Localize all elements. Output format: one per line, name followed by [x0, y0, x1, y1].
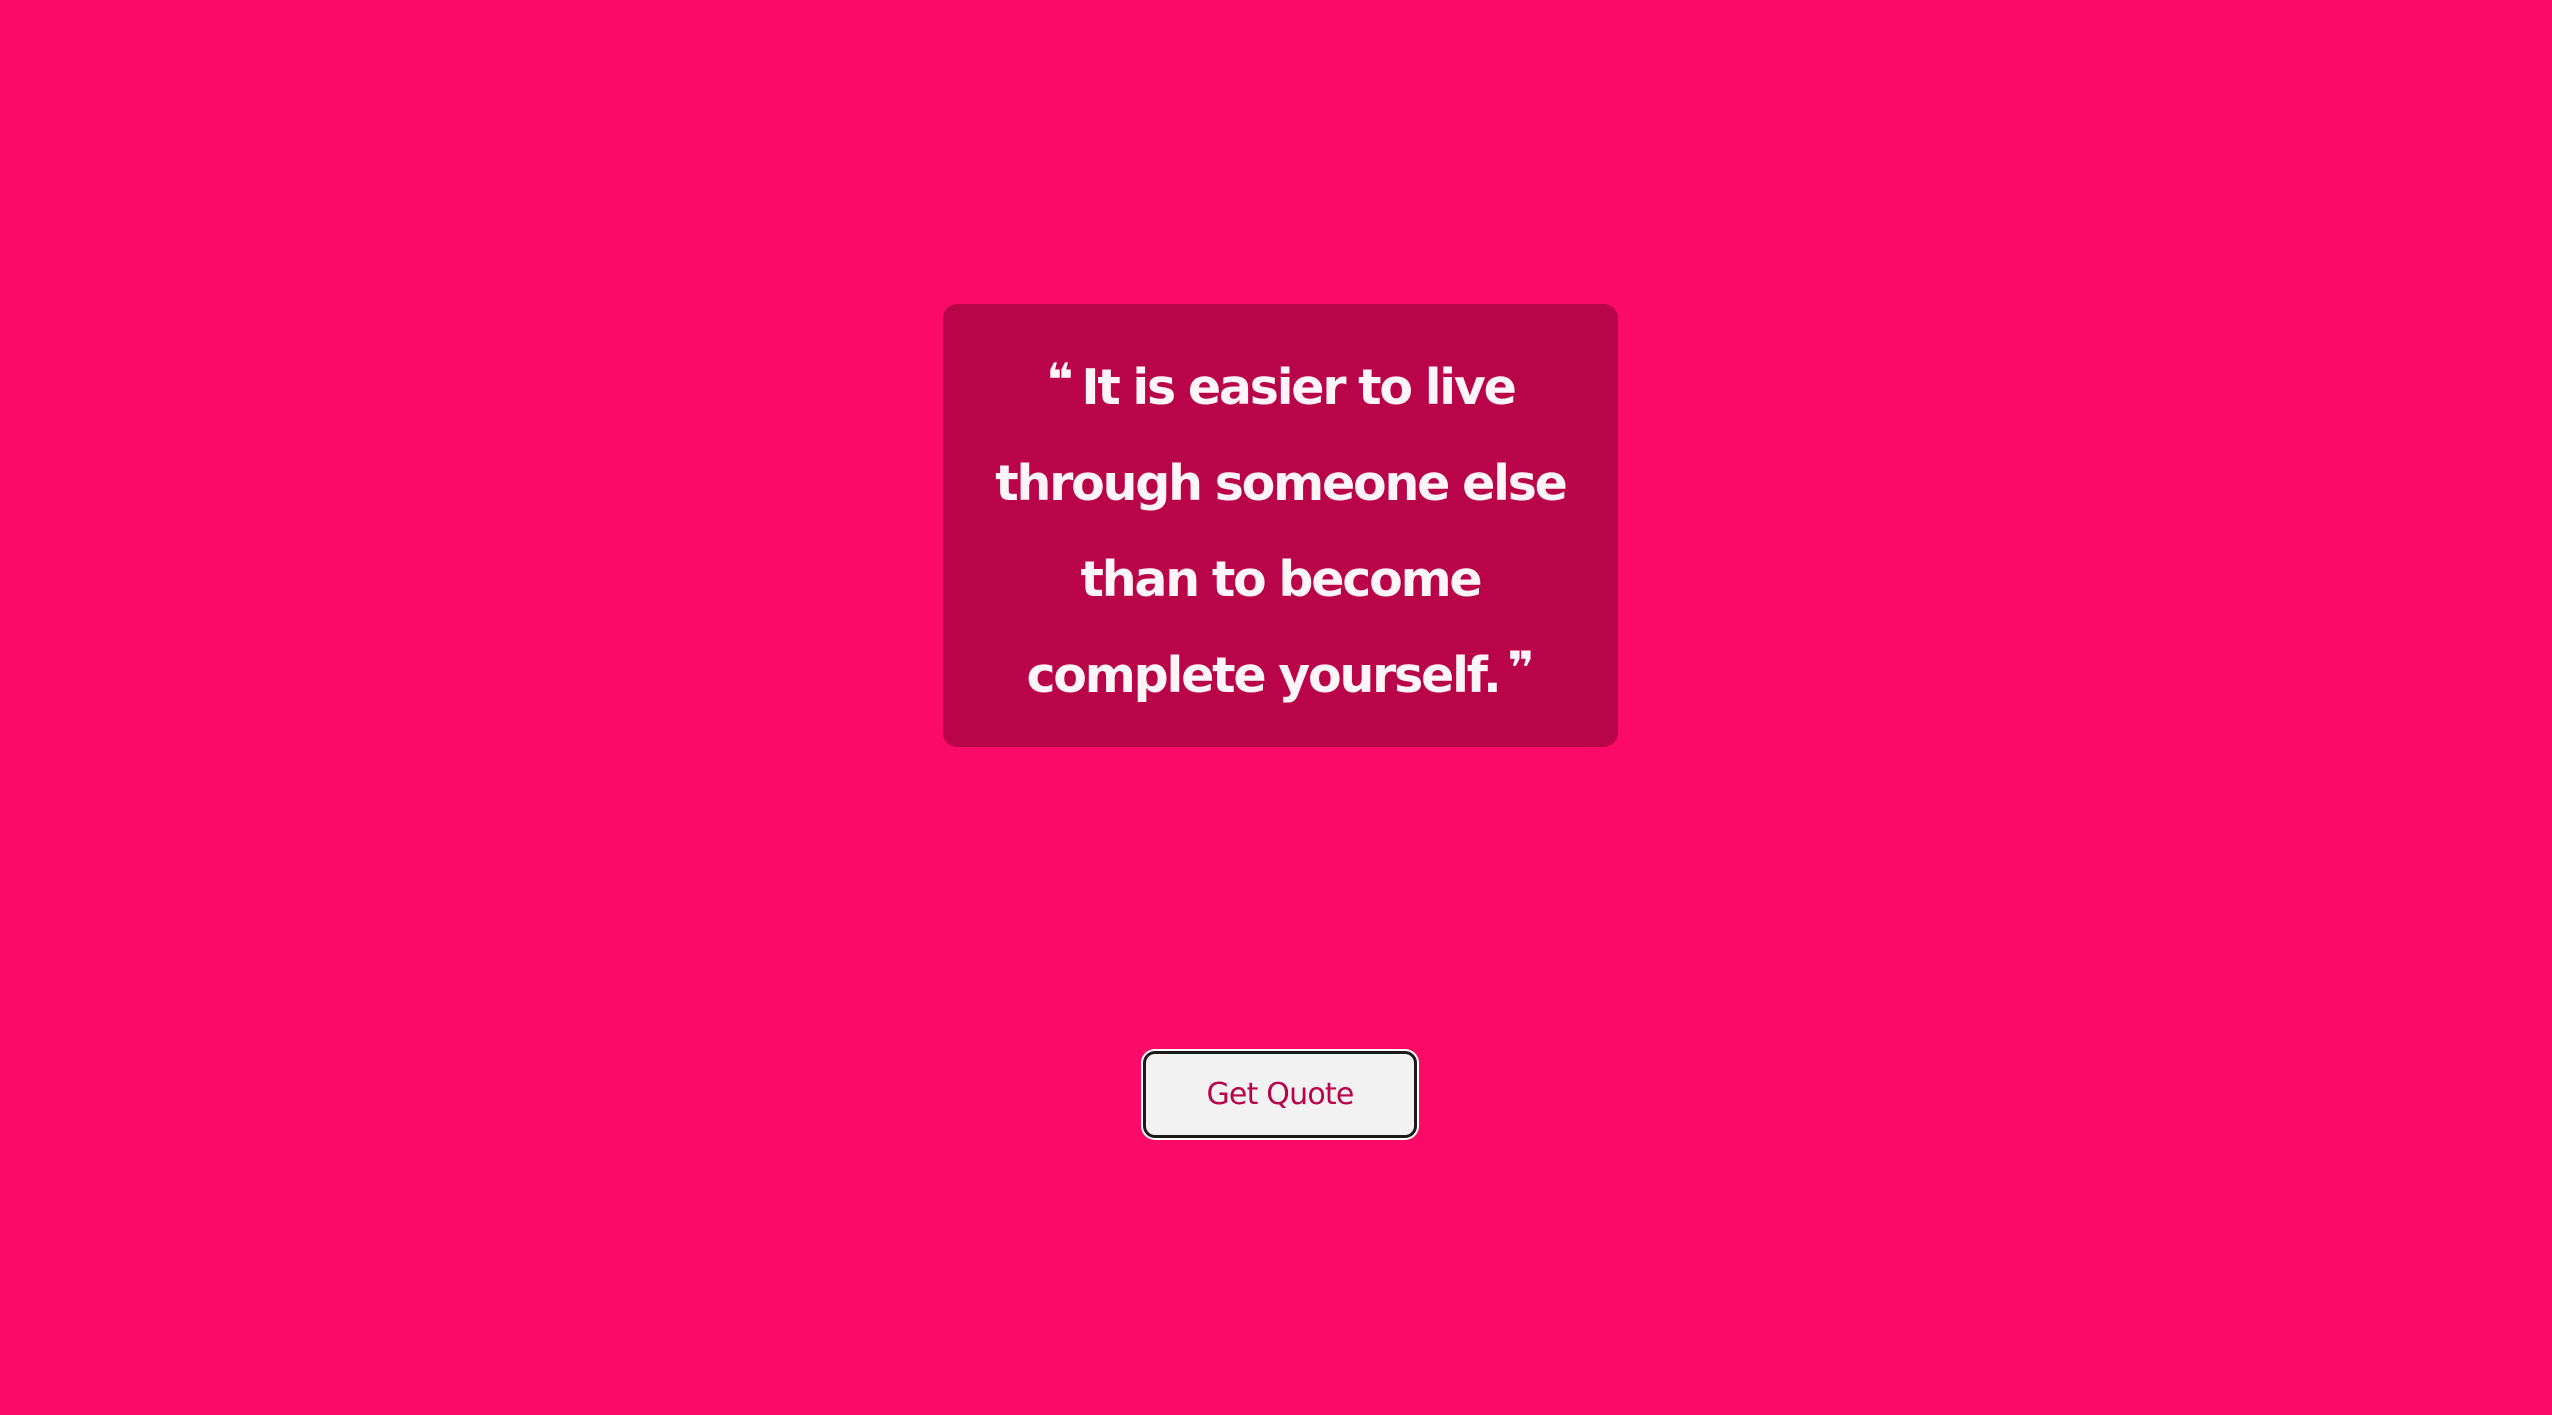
quote-card: ❝ It is easier to live through someone el…: [943, 304, 1618, 747]
get-quote-button-label: Get Quote: [1206, 1077, 1354, 1112]
quote-page: ❝ It is easier to live through someone el…: [0, 0, 2552, 1415]
quote-text: It is easier to live through someone els…: [995, 359, 1568, 704]
close-quote-icon: ❞: [1507, 641, 1535, 695]
open-quote-icon: ❝: [1046, 353, 1074, 407]
quote-text-block: ❝ It is easier to live through someone el…: [981, 340, 1581, 747]
get-quote-button[interactable]: Get Quote: [1143, 1051, 1417, 1138]
